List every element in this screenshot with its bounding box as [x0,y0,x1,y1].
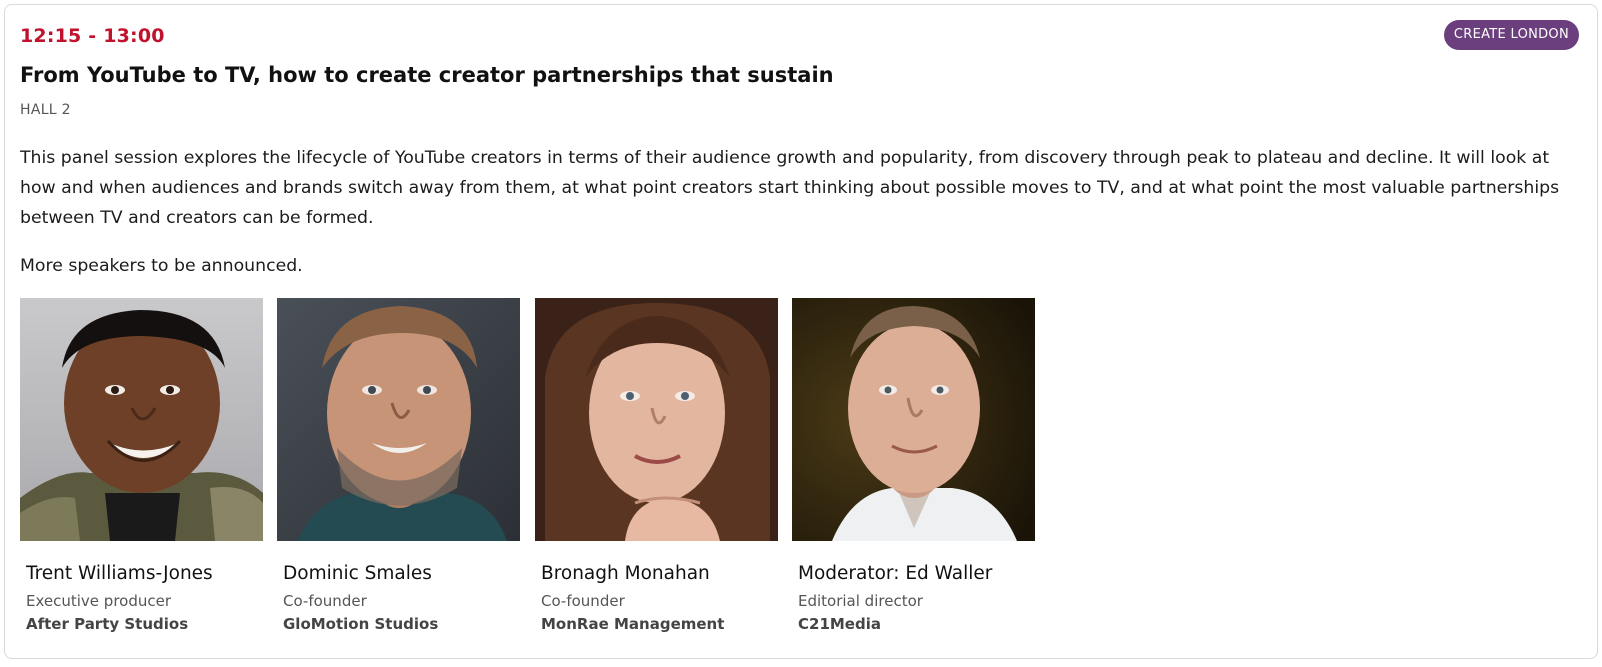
speaker-portrait-image [535,298,778,541]
event-tag-badge[interactable]: CREATE LONDON [1443,20,1579,50]
speaker-photo[interactable] [535,298,778,541]
speaker-photo[interactable] [20,298,263,541]
speaker-name[interactable]: Moderator: Ed Waller [798,563,992,584]
speaker-portrait-image [20,298,263,541]
speaker-company: After Party Studios [26,615,189,633]
speaker-card[interactable]: Trent Williams-Jones Executive producer … [20,298,263,633]
speaker-card[interactable]: Moderator: Ed Waller Editorial director … [792,298,1035,633]
speaker-name[interactable]: Bronagh Monahan [541,563,710,584]
speaker-name[interactable]: Trent Williams-Jones [26,563,213,584]
speaker-company: GloMotion Studios [283,615,439,633]
speaker-photo[interactable] [277,298,520,541]
speaker-role: Editorial director [798,592,923,610]
speaker-company: C21Media [798,615,881,633]
speaker-card[interactable]: Bronagh Monahan Co-founder MonRae Manage… [535,298,778,633]
more-speakers-note: More speakers to be announced. [20,256,303,276]
speaker-company: MonRae Management [541,615,725,633]
speaker-role: Co-founder [541,592,625,610]
speaker-portrait-image [277,298,520,541]
speaker-role: Co-founder [283,592,367,610]
session-title: From YouTube to TV, how to create creato… [20,63,834,87]
speaker-portrait-image [792,298,1035,541]
session-card: 12:15 - 13:00 CREATE LONDON From YouTube… [4,4,1598,659]
speaker-card[interactable]: Dominic Smales Co-founder GloMotion Stud… [277,298,520,633]
session-room: HALL 2 [20,102,71,118]
speaker-role: Executive producer [26,592,172,610]
speaker-photo[interactable] [792,298,1035,541]
speaker-name[interactable]: Dominic Smales [283,563,432,584]
session-time: 12:15 - 13:00 [20,25,165,47]
session-description: This panel session explores the lifecycl… [20,148,1560,228]
